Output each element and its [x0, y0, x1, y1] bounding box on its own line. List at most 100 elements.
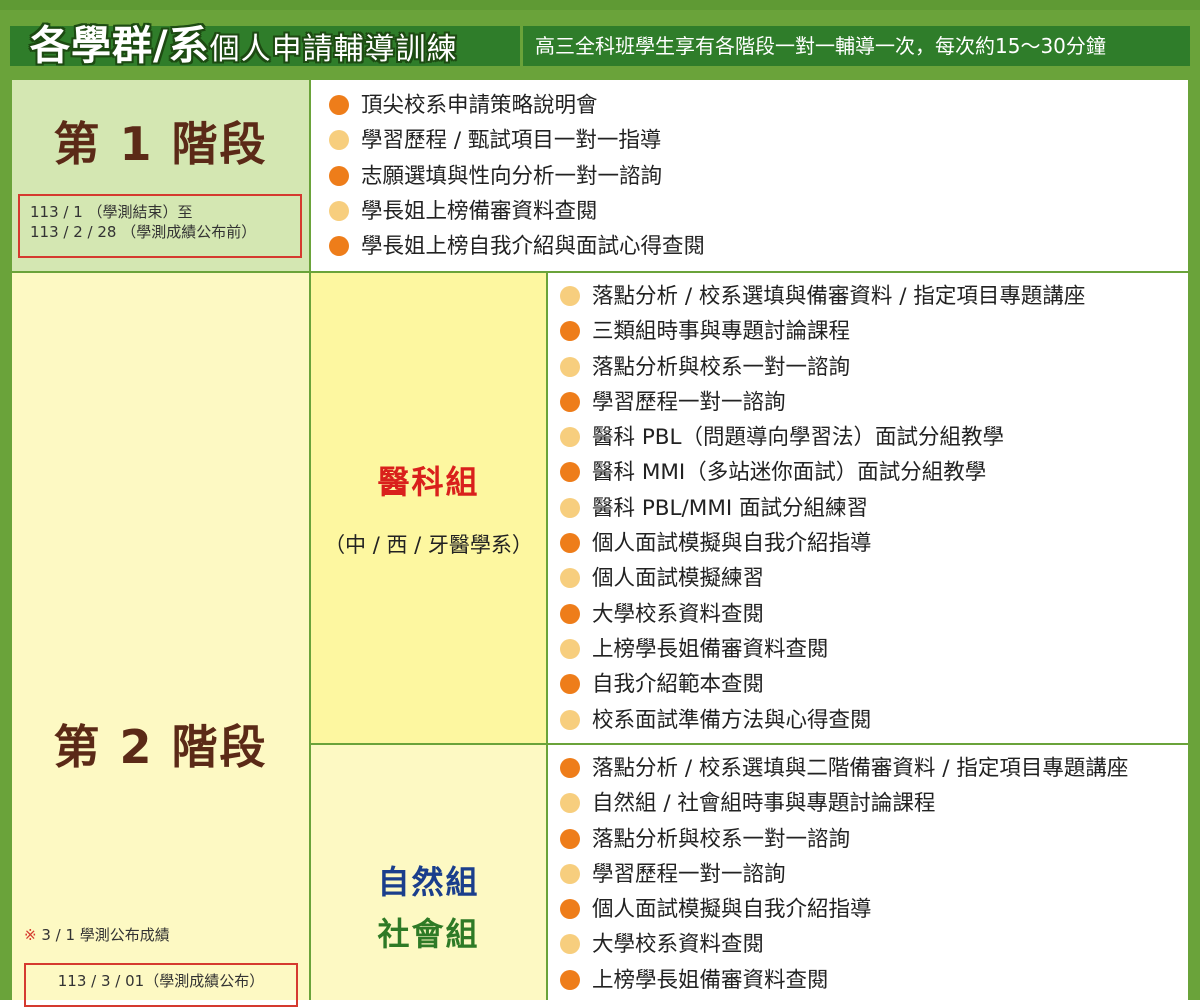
list-item-text: 個人面試模擬與自我介紹指導	[592, 531, 872, 557]
stage2-note: ※ 3 / 1 學測公布成績	[24, 924, 170, 945]
list-item-text: 自然組 / 社會組時事與專題討論課程	[592, 791, 936, 817]
list-item: 醫科 MMI（多站迷你面試）面試分組教學	[550, 455, 1085, 490]
header-note: 高三全科班學生享有各階段一對一輔導一次，每次約15～30分鐘	[520, 26, 1190, 66]
list-item: 頂尖校系申請策略說明會	[319, 88, 705, 123]
stage1-title: 第 1 階段	[53, 117, 268, 171]
stage2-label-cell: 第 2 階段 ※ 3 / 1 學測公布成績 113 / 3 / 01（學測成績公…	[12, 273, 309, 1007]
medical-group-sub: （中 / 西 / 牙醫學系）	[324, 533, 533, 557]
bullet-dot-icon	[560, 356, 580, 377]
list-item: 上榜學長姐備審資料查閱	[550, 632, 1085, 667]
list-item: 落點分析 / 校系選填與備審資料 / 指定項目專題講座	[550, 279, 1085, 314]
list-item: 校系面試準備方法與心得查閱	[550, 703, 1085, 738]
bullet-dot-icon	[560, 969, 580, 990]
list-item-text: 學習歷程 / 甄試項目一對一指導	[361, 128, 662, 154]
list-item: 落點分析 / 校系選填與二階備審資料 / 指定項目專題講座	[550, 751, 1128, 786]
list-item: 學習歷程一對一諮詢	[550, 385, 1085, 420]
stage2-date: 113 / 3 / 01（學測成績公布）	[57, 972, 265, 990]
bullet-dot-icon	[560, 828, 580, 849]
medical-group-cell: 醫科組 （中 / 西 / 牙醫學系）	[311, 273, 546, 743]
bullet-dot-icon	[560, 391, 580, 412]
bullet-dot-icon	[329, 236, 349, 257]
bullet-dot-icon	[560, 674, 580, 695]
bullet-dot-icon	[560, 793, 580, 814]
list-item-text: 落點分析 / 校系選填與備審資料 / 指定項目專題講座	[592, 284, 1086, 309]
list-item-text: 學習歷程一對一諮詢	[592, 389, 786, 415]
medical-items-cell: 落點分析 / 校系選填與備審資料 / 指定項目專題講座 三類組時事與專題討論課程落…	[548, 273, 1188, 743]
list-item-text: 上榜學長姐備審資料查閱	[592, 636, 829, 662]
list-item: 自我介紹範本查閱	[550, 667, 1085, 702]
list-item-text: 志願選填與性向分析一對一諮詢	[361, 163, 663, 189]
top-border	[0, 0, 1200, 10]
bullet-dot-icon	[329, 165, 349, 186]
bullet-dot-icon	[560, 934, 580, 955]
list-item-text: 落點分析 / 校系選填與二階備審資料 / 指定項目專題講座	[592, 756, 1129, 781]
bullet-dot-icon	[560, 603, 580, 624]
stage2-title: 第 2 階段	[53, 720, 268, 774]
list-item-text: 校系面試準備方法與心得查閱	[592, 707, 872, 733]
stage2-note-text: 3 / 1 學測公布成績	[41, 926, 170, 944]
bullet-dot-icon	[560, 709, 580, 730]
list-item-text: 上榜學長姐備審資料查閱	[592, 967, 829, 993]
list-item-text: 醫科 MMI（多站迷你面試）面試分組教學	[592, 460, 987, 486]
list-item: 個人面試模擬與自我介紹指導	[550, 892, 1128, 927]
list-item: 大學校系資料查閱	[550, 597, 1085, 632]
list-item: 落點分析與校系一對一諮詢	[550, 350, 1085, 385]
list-item-text: 三類組時事與專題討論課程	[592, 319, 851, 345]
stage1-date-line2: 113 / 2 / 28 （學測成績公布前）	[30, 223, 257, 241]
medical-item-list: 落點分析 / 校系選填與備審資料 / 指定項目專題講座 三類組時事與專題討論課程落…	[550, 279, 1085, 738]
list-item-text: 學長姐上榜自我介紹與面試心得查閱	[361, 234, 706, 260]
list-item-text: 大學校系資料查閱	[592, 932, 765, 958]
natural-group-name: 自然組	[377, 863, 480, 901]
list-item-text: 自我介紹範本查閱	[592, 672, 765, 698]
bullet-dot-icon	[560, 533, 580, 554]
page-title: 各學群/系個人申請輔導訓練	[30, 16, 458, 76]
list-item-text: 醫科 PBL/MMI 面試分組練習	[592, 495, 869, 521]
list-item: 個人面試模擬練習	[550, 561, 1085, 596]
list-item-text: 大學校系資料查閱	[592, 601, 765, 627]
medical-group-name: 醫科組	[377, 463, 480, 501]
bullet-dot-icon	[329, 95, 349, 115]
list-item-text: 個人面試模擬練習	[592, 566, 765, 592]
list-item: 自然組 / 社會組時事與專題討論課程	[550, 786, 1128, 821]
bullet-dot-icon	[560, 758, 580, 778]
bullet-dot-icon	[560, 497, 580, 518]
list-item: 學習歷程一對一諮詢	[550, 857, 1128, 892]
list-item-text: 學長姐上榜備審資料查閱	[361, 198, 598, 224]
general-items-cell: 落點分析 / 校系選填與二階備審資料 / 指定項目專題講座 自然組 / 社會組時事…	[548, 745, 1188, 1000]
list-item-text: 學習歷程一對一諮詢	[592, 861, 786, 887]
page-title-main: 各學群/系	[30, 23, 210, 69]
list-item: 三類組時事與專題討論課程	[550, 314, 1085, 349]
bullet-dot-icon	[560, 568, 580, 589]
stage2-date-box: 113 / 3 / 01（學測成績公布）	[24, 963, 298, 1007]
bullet-dot-icon	[560, 286, 580, 306]
note-mark-icon: ※	[24, 926, 37, 944]
bullet-dot-icon	[560, 638, 580, 659]
list-item: 個人面試模擬與自我介紹指導	[550, 526, 1085, 561]
list-item: 醫科 PBL/MMI 面試分組練習	[550, 491, 1085, 526]
general-group-cell: 自然組 社會組	[311, 745, 546, 1000]
header: 各學群/系個人申請輔導訓練 高三全科班學生享有各階段一對一輔導一次，每次約15～…	[0, 10, 1200, 72]
bullet-dot-icon	[329, 130, 349, 151]
stage1-date-line1: 113 / 1 （學測結束）至	[30, 203, 193, 221]
list-item-text: 個人面試模擬與自我介紹指導	[592, 897, 872, 923]
list-item: 大學校系資料查閱	[550, 927, 1128, 962]
social-group-name: 社會組	[377, 915, 480, 953]
list-item: 醫科 PBL（問題導向學習法）面試分組教學	[550, 420, 1085, 455]
bullet-dot-icon	[560, 863, 580, 884]
list-item-text: 落點分析與校系一對一諮詢	[592, 826, 851, 852]
list-item-text: 落點分析與校系一對一諮詢	[592, 354, 851, 380]
bullet-dot-icon	[329, 200, 349, 221]
list-item-text: 頂尖校系申請策略說明會	[361, 93, 598, 118]
list-item: 志願選填與性向分析一對一諮詢	[319, 159, 705, 194]
stage1-date-box: 113 / 1 （學測結束）至 113 / 2 / 28 （學測成績公布前）	[18, 194, 302, 258]
stage1-item-list: 頂尖校系申請策略說明會學習歷程 / 甄試項目一對一指導 志願選填與性向分析一對一諮…	[319, 88, 705, 264]
bullet-dot-icon	[560, 321, 580, 342]
list-item: 學長姐上榜自我介紹與面試心得查閱	[319, 229, 705, 264]
bullet-dot-icon	[560, 462, 580, 483]
list-item: 學長姐上榜備審資料查閱	[319, 194, 705, 229]
general-item-list: 落點分析 / 校系選填與二階備審資料 / 指定項目專題講座 自然組 / 社會組時事…	[550, 751, 1128, 998]
stage1-label-cell: 第 1 階段 113 / 1 （學測結束）至 113 / 2 / 28 （學測成…	[12, 80, 309, 271]
list-item: 學習歷程 / 甄試項目一對一指導	[319, 123, 705, 158]
list-item: 落點分析與校系一對一諮詢	[550, 822, 1128, 857]
bullet-dot-icon	[560, 899, 580, 920]
